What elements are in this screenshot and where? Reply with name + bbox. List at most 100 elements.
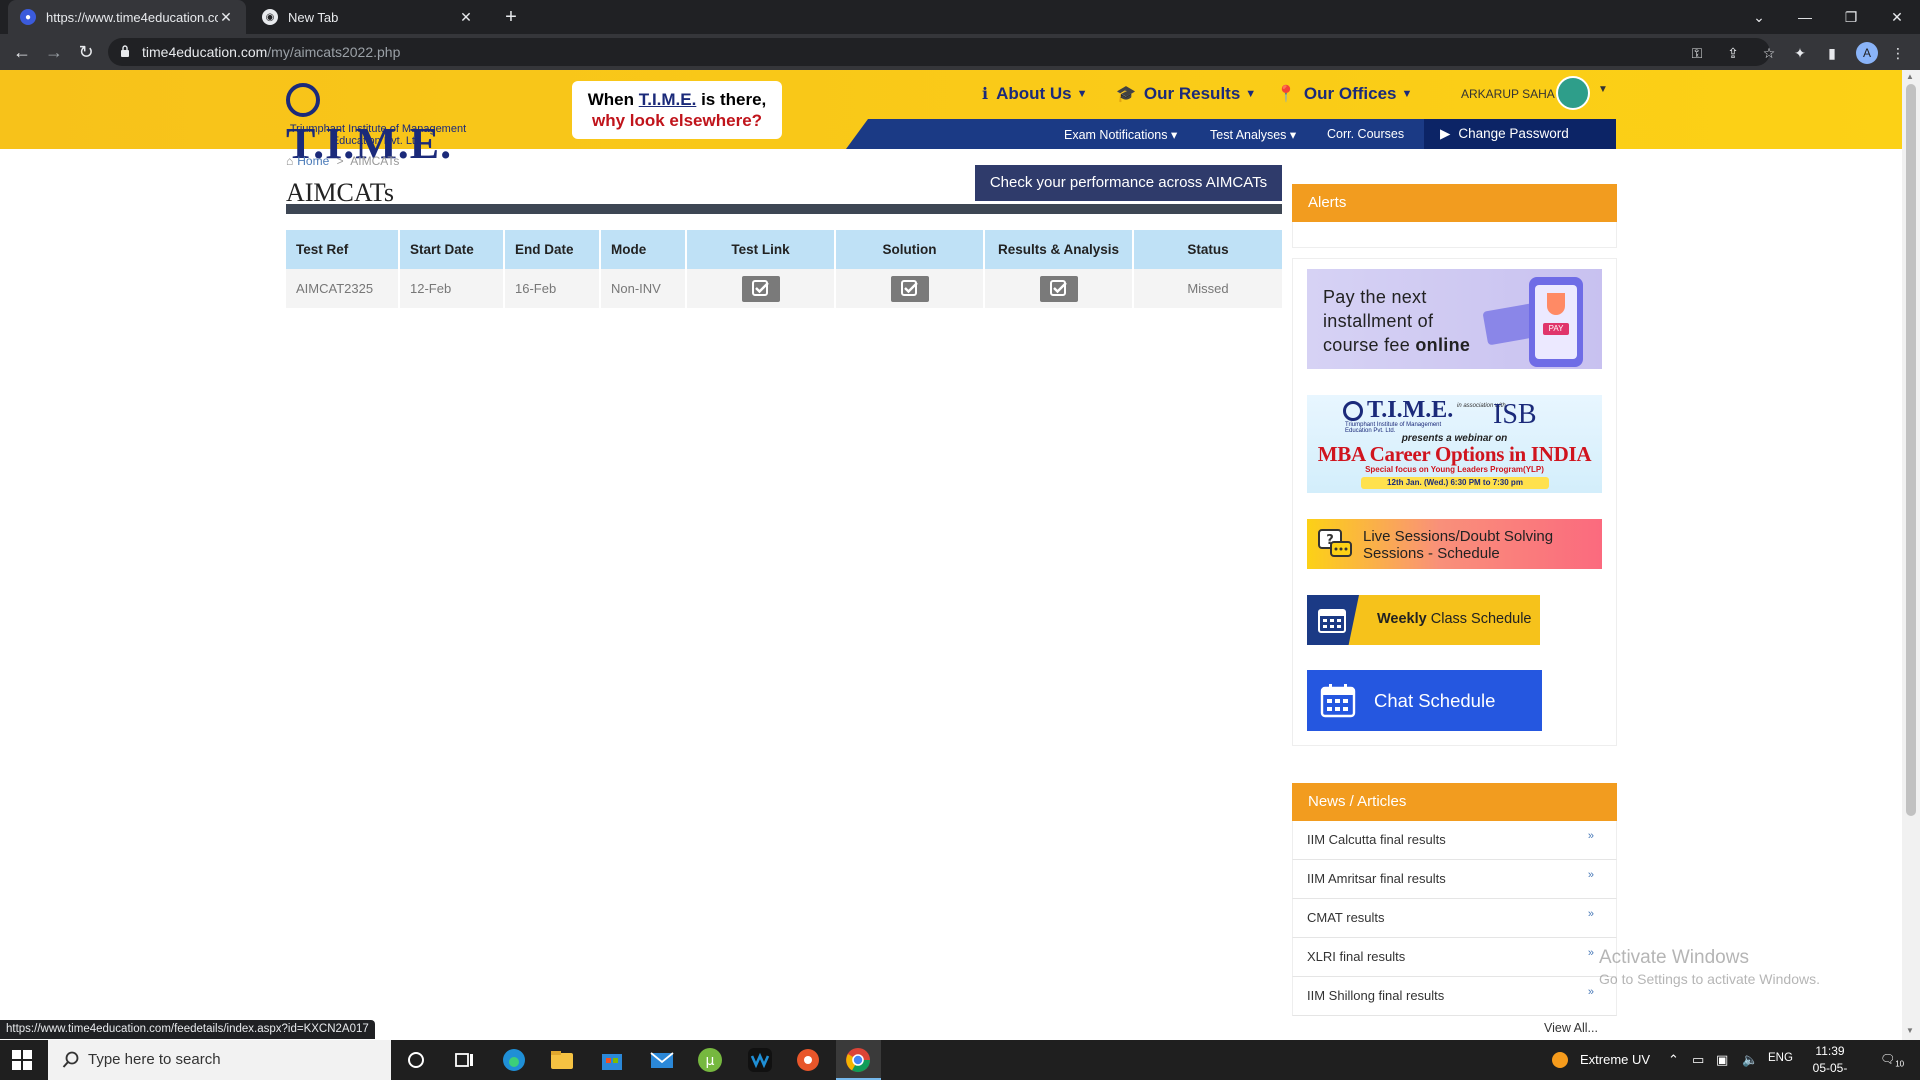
calendar-icon <box>1318 609 1346 633</box>
news-item-xlri[interactable]: XLRI final results » <box>1292 938 1617 977</box>
mail-icon[interactable] <box>648 1046 676 1074</box>
news-item-cmat[interactable]: CMAT results » <box>1292 899 1617 938</box>
tab-title: New Tab <box>288 9 339 25</box>
utorrent-icon[interactable]: μ <box>696 1046 724 1074</box>
tab-search-icon[interactable]: ⌄ <box>1736 0 1782 34</box>
double-chevron-right-icon: » <box>1587 947 1594 959</box>
webex-icon[interactable] <box>746 1046 774 1074</box>
scroll-down-icon[interactable]: ▼ <box>1906 1026 1914 1035</box>
reload-button[interactable]: ↻ <box>74 40 98 64</box>
chat-schedule-banner[interactable]: Chat Schedule <box>1307 670 1542 731</box>
weekly-rest: Class Schedule <box>1426 611 1532 627</box>
news-heading: News / Articles <box>1292 783 1617 821</box>
mba-webinar-banner[interactable]: T.I.M.E. Triumphant Institute of Managem… <box>1307 395 1602 493</box>
windows-start-icon[interactable] <box>12 1050 32 1070</box>
news-item-iim-amritsar[interactable]: IIM Amritsar final results » <box>1292 860 1617 899</box>
nav-our-results[interactable]: 🎓 Our Results ▼ <box>1116 84 1256 104</box>
scrollbar-thumb[interactable] <box>1906 84 1916 816</box>
caret-down-icon[interactable]: ▼ <box>1598 84 1608 95</box>
edge-browser-icon[interactable] <box>500 1046 528 1074</box>
close-window-button[interactable]: ✕ <box>1874 0 1920 34</box>
test-link-button[interactable] <box>741 275 780 302</box>
tray-chevron-icon[interactable]: ⌃ <box>1668 1052 1679 1068</box>
nav-about-us[interactable]: ℹ About Us ▼ <box>982 84 1088 104</box>
network-icon[interactable]: ▣ <box>1716 1052 1728 1068</box>
results-analysis-button[interactable] <box>1039 275 1078 302</box>
breadcrumb-home[interactable]: Home <box>297 154 329 168</box>
activate-subtitle: Go to Settings to activate Windows. <box>1599 971 1820 987</box>
page-scrollbar[interactable]: ▲ ▼ <box>1902 70 1920 1040</box>
browser-toolbar: ← → ↻ time4education.com/my/aimcats2022.… <box>0 34 1920 70</box>
live-sessions-label: Live Sessions/Doubt Solving Sessions - S… <box>1363 528 1554 562</box>
share-icon[interactable]: ⇪ <box>1724 44 1742 62</box>
bookmark-star-icon[interactable]: ☆ <box>1760 44 1778 62</box>
notification-center-icon[interactable]: 🗨10 <box>1880 1052 1904 1068</box>
forward-button[interactable]: → <box>42 40 66 64</box>
check-performance-button[interactable]: Check your performance across AIMCATs <box>975 165 1282 201</box>
cell-test-link <box>686 269 836 308</box>
language-indicator[interactable]: ENG <box>1768 1052 1793 1064</box>
notification-count: 10 <box>1895 1059 1905 1069</box>
side-panel-icon[interactable]: ▮ <box>1822 43 1842 63</box>
tab-title: https://www.time4education.com <box>46 9 218 25</box>
restore-button[interactable]: ❐ <box>1828 0 1874 34</box>
tab-new-tab[interactable]: ◉ New Tab ✕ <box>250 0 486 34</box>
col-solution: Solution <box>835 230 985 269</box>
close-tab-icon[interactable]: ✕ <box>458 9 474 26</box>
pay-tag: PAY <box>1543 323 1569 335</box>
pay-installment-banner[interactable]: Pay the next installment of course fee o… <box>1307 269 1602 369</box>
minimize-button[interactable]: — <box>1782 0 1828 34</box>
col-status: Status <box>1133 230 1282 269</box>
microsoft-store-icon[interactable] <box>598 1046 626 1074</box>
subnav-corr-courses[interactable]: Corr. Courses <box>1327 127 1404 141</box>
user-avatar[interactable] <box>1556 76 1590 110</box>
view-all-news-link[interactable]: View All... <box>1544 1021 1598 1035</box>
password-key-icon[interactable]: ⚿ <box>1688 44 1706 62</box>
tray-device-icon[interactable]: ▭ <box>1692 1052 1704 1068</box>
weather-sun-icon[interactable] <box>1546 1046 1574 1074</box>
address-bar[interactable]: time4education.com/my/aimcats2022.php ⚿ … <box>108 38 1775 66</box>
volume-icon[interactable]: 🔈 <box>1742 1052 1758 1068</box>
checkbox-checked-icon <box>900 279 918 296</box>
tab-time4education[interactable]: ● https://www.time4education.com ✕ <box>8 0 246 34</box>
weekly-schedule-label: Weekly Class Schedule <box>1377 611 1532 627</box>
subnav-exam-notifications[interactable]: Exam Notifications ▾ <box>1064 127 1177 142</box>
link-hover-status: https://www.time4education.com/feedetail… <box>0 1020 375 1039</box>
file-explorer-icon[interactable] <box>548 1046 576 1074</box>
profile-avatar-button[interactable]: A <box>1856 42 1878 64</box>
cell-end-date: 16-Feb <box>504 269 601 308</box>
weather-text[interactable]: Extreme UV <box>1580 1052 1650 1067</box>
scroll-up-icon[interactable]: ▲ <box>1906 72 1914 81</box>
live-sessions-banner[interactable]: ? Live Sessions/Doubt Solving Sessions -… <box>1307 519 1602 569</box>
url-text: time4education.com/my/aimcats2022.php <box>142 44 400 60</box>
webinar-date: 12th Jan. (Wed.) 6:30 PM to 7:30 pm <box>1361 477 1549 489</box>
extensions-icon[interactable]: ✦ <box>1790 43 1810 63</box>
chrome-icon[interactable] <box>844 1046 872 1074</box>
nav-our-offices[interactable]: 📍 Our Offices ▼ <box>1276 84 1412 104</box>
news-item-iim-shillong[interactable]: IIM Shillong final results » <box>1292 977 1617 1016</box>
task-view-icon[interactable] <box>450 1046 478 1074</box>
time-emblem-icon <box>1343 401 1363 421</box>
back-button[interactable]: ← <box>10 40 34 64</box>
solution-button[interactable] <box>890 275 929 302</box>
nav-label: About Us <box>996 84 1072 103</box>
isb-logo: ISB <box>1493 399 1537 430</box>
system-clock[interactable]: 11:39 05-05-2022 <box>1800 1043 1860 1080</box>
media-player-icon[interactable] <box>794 1046 822 1074</box>
promo-line-1: When T.I.M.E. is there, <box>572 89 782 110</box>
cortana-icon[interactable] <box>402 1046 430 1074</box>
new-tab-button[interactable]: + <box>498 4 524 30</box>
change-password-button[interactable]: ▶ Change Password <box>1424 119 1616 149</box>
taskbar-search-box[interactable]: Type here to search <box>48 1040 391 1080</box>
news-item-iim-calcutta[interactable]: IIM Calcutta final results » <box>1292 821 1617 860</box>
checkbox-checked-icon <box>1049 279 1067 296</box>
weekly-schedule-banner[interactable]: Weekly Class Schedule <box>1307 595 1540 645</box>
clock-date: 05-05-2022 <box>1812 1061 1848 1080</box>
subnav-label: Exam Notifications <box>1064 128 1168 142</box>
close-tab-icon[interactable]: ✕ <box>218 9 234 26</box>
double-chevron-right-icon: » <box>1587 830 1594 842</box>
user-name[interactable]: ARKARUP SAHA <box>1461 87 1555 101</box>
more-menu-icon[interactable]: ⋮ <box>1888 43 1908 63</box>
subnav-test-analyses[interactable]: Test Analyses ▾ <box>1210 127 1296 142</box>
time-logo[interactable]: T.I.M.E. Triumphant Institute of Managem… <box>286 78 466 166</box>
